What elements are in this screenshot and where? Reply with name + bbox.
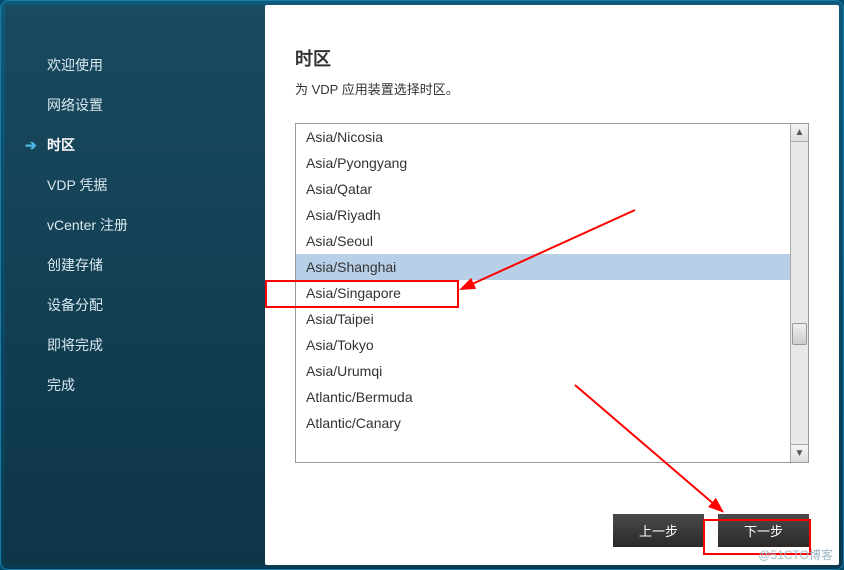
scroll-up-icon[interactable]: ▲	[791, 124, 808, 142]
arrow-right-icon: ➔	[25, 137, 37, 154]
sidebar-item-label: VDP 凭据	[47, 175, 107, 195]
timezone-listbox[interactable]: Asia/Nicosia Asia/Pyongyang Asia/Qatar A…	[296, 124, 790, 462]
sidebar-item-create-storage[interactable]: 创建存储	[25, 245, 265, 285]
sidebar-item-timezone[interactable]: ➔ 时区	[25, 125, 265, 165]
next-button[interactable]: 下一步	[718, 514, 809, 547]
sidebar-item-label: 网络设置	[47, 95, 103, 115]
prev-button[interactable]: 上一步	[613, 514, 704, 547]
sidebar-item-vcenter-register[interactable]: vCenter 注册	[25, 205, 265, 245]
sidebar-item-welcome[interactable]: 欢迎使用	[25, 45, 265, 85]
sidebar-item-label: 设备分配	[47, 295, 103, 315]
scrollbar[interactable]: ▲ ▼	[790, 124, 808, 462]
timezone-option[interactable]: Atlantic/Canary	[296, 410, 790, 436]
sidebar-item-complete[interactable]: 完成	[25, 365, 265, 405]
scroll-thumb[interactable]	[792, 323, 807, 345]
timezone-option[interactable]: Asia/Taipei	[296, 306, 790, 332]
timezone-listbox-wrapper: Asia/Nicosia Asia/Pyongyang Asia/Qatar A…	[295, 123, 809, 463]
sidebar-item-label: 创建存储	[47, 255, 103, 275]
main-panel: 时区 为 VDP 应用装置选择时区。 Asia/Nicosia Asia/Pyo…	[265, 5, 839, 565]
page-subtitle: 为 VDP 应用装置选择时区。	[295, 79, 809, 98]
timezone-option-selected[interactable]: Asia/Shanghai	[296, 254, 790, 280]
button-bar: 上一步 下一步	[613, 514, 809, 547]
sidebar-item-vdp-credentials[interactable]: VDP 凭据	[25, 165, 265, 205]
sidebar-item-network[interactable]: 网络设置	[25, 85, 265, 125]
timezone-option[interactable]: Asia/Urumqi	[296, 358, 790, 384]
sidebar-item-device-allocation[interactable]: 设备分配	[25, 285, 265, 325]
page-title: 时区	[295, 45, 809, 71]
sidebar: 欢迎使用 网络设置 ➔ 时区 VDP 凭据 vCenter 注册 创建存储 设备…	[5, 5, 265, 565]
timezone-option[interactable]: Asia/Nicosia	[296, 124, 790, 150]
timezone-option[interactable]: Asia/Seoul	[296, 228, 790, 254]
scroll-track[interactable]	[791, 142, 808, 444]
wizard-window: 欢迎使用 网络设置 ➔ 时区 VDP 凭据 vCenter 注册 创建存储 设备…	[0, 0, 844, 570]
sidebar-item-label: 即将完成	[47, 335, 103, 355]
sidebar-item-label: 时区	[47, 135, 75, 155]
sidebar-item-label: 完成	[47, 375, 75, 395]
timezone-option[interactable]: Asia/Riyadh	[296, 202, 790, 228]
timezone-option[interactable]: Asia/Tokyo	[296, 332, 790, 358]
timezone-option[interactable]: Asia/Qatar	[296, 176, 790, 202]
timezone-option[interactable]: Asia/Singapore	[296, 280, 790, 306]
scroll-down-icon[interactable]: ▼	[791, 444, 808, 462]
watermark: @51CTO博客	[758, 546, 833, 563]
timezone-option[interactable]: Asia/Pyongyang	[296, 150, 790, 176]
sidebar-item-label: vCenter 注册	[47, 215, 128, 235]
timezone-option[interactable]: Atlantic/Bermuda	[296, 384, 790, 410]
sidebar-item-ready-complete[interactable]: 即将完成	[25, 325, 265, 365]
sidebar-item-label: 欢迎使用	[47, 55, 103, 75]
